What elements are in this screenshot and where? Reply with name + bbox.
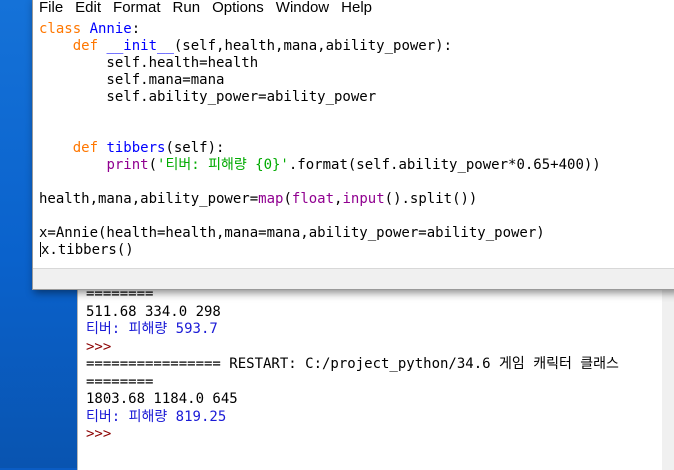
- shell-line: 511.68 334.0 298: [86, 303, 221, 320]
- code-token: ().split()): [384, 191, 478, 207]
- code-token: (: [148, 157, 158, 173]
- code-token: def: [72, 38, 107, 54]
- code-token: self.ability_power=ability_power: [39, 89, 377, 105]
- code-line[interactable]: self.health=health: [39, 55, 601, 72]
- code-token: '티버: 피해량 {0}': [157, 157, 289, 173]
- code-line[interactable]: [39, 208, 601, 225]
- code-token: self.health=health: [39, 55, 259, 71]
- menu-edit[interactable]: Edit: [69, 0, 107, 17]
- code-line[interactable]: self.ability_power=ability_power: [39, 89, 601, 106]
- shell-line: 1803.68 1184.0 645: [86, 391, 238, 407]
- code-line[interactable]: [39, 106, 601, 123]
- code-line[interactable]: self.mana=mana: [39, 72, 601, 89]
- menu-format[interactable]: Format: [107, 0, 167, 17]
- code-line[interactable]: def tibbers(self):: [39, 140, 601, 157]
- code-token: Annie: [89, 21, 132, 37]
- shell-prompt: >>>: [86, 426, 112, 442]
- menu-options[interactable]: Options: [206, 0, 270, 17]
- code-token: (self):: [165, 140, 225, 156]
- code-editor[interactable]: class Annie: def __init__(self,health,ma…: [39, 21, 601, 259]
- code-token: class: [39, 21, 90, 37]
- code-line[interactable]: print('티버: 피해량 {0}'.format(self.ability_…: [39, 157, 601, 174]
- shell-output[interactable]: ======== 511.68 334.0 298 티버: 피해량 593.7 >>>…: [86, 286, 619, 444]
- code-token: print: [106, 157, 149, 173]
- code-token: .format(self.ability_power*0.65+400)): [288, 157, 601, 173]
- code-token: def: [72, 140, 107, 156]
- shell-line: 티버: 피해량 593.7: [86, 321, 218, 337]
- code-line[interactable]: [39, 123, 601, 140]
- menu-help[interactable]: Help: [335, 0, 378, 17]
- code-token: x=Annie(health=health,mana=mana,ability_…: [39, 225, 545, 241]
- code-token: tibbers: [106, 140, 166, 156]
- menu-file[interactable]: File: [33, 0, 69, 17]
- menu-window[interactable]: Window: [270, 0, 335, 17]
- code-token: health,mana,ability_power=: [39, 191, 259, 207]
- code-token: float: [291, 191, 335, 207]
- code-token: x.tibbers(): [41, 242, 134, 258]
- code-line[interactable]: health,mana,ability_power=map(float,inpu…: [39, 191, 601, 208]
- code-token: (self,health,mana,ability_power):: [173, 38, 453, 54]
- code-token: self.mana=mana: [39, 72, 225, 88]
- code-token: __init__: [106, 38, 174, 54]
- python-shell-window[interactable]: ======== 511.68 334.0 298 티버: 피해량 593.7 >>>…: [77, 270, 674, 470]
- shell-line: ========: [86, 373, 154, 390]
- code-token: :: [131, 21, 141, 37]
- menu-bar: File Edit Format Run Options Window Help: [33, 0, 674, 19]
- code-token: (: [283, 191, 292, 207]
- editor-horizontal-scrollbar[interactable]: [33, 268, 674, 289]
- menu-run[interactable]: Run: [167, 0, 207, 17]
- code-line[interactable]: x=Annie(health=health,mana=mana,ability_…: [39, 225, 601, 242]
- code-line[interactable]: [39, 174, 601, 191]
- shell-scrollbar[interactable]: [662, 270, 674, 470]
- code-line[interactable]: def __init__(self,health,mana,ability_po…: [39, 38, 601, 55]
- shell-prompt: >>>: [86, 338, 112, 355]
- editor-window[interactable]: File Edit Format Run Options Window Help class…: [32, 0, 674, 290]
- shell-line: 티버: 피해량 819.25: [86, 408, 227, 425]
- code-line[interactable]: x.tibbers(): [39, 242, 601, 259]
- shell-line: ================ RESTART: C:/project_pyt…: [86, 356, 619, 372]
- code-token: input: [342, 191, 385, 207]
- code-line[interactable]: class Annie:: [39, 21, 601, 38]
- code-token: map: [258, 191, 284, 207]
